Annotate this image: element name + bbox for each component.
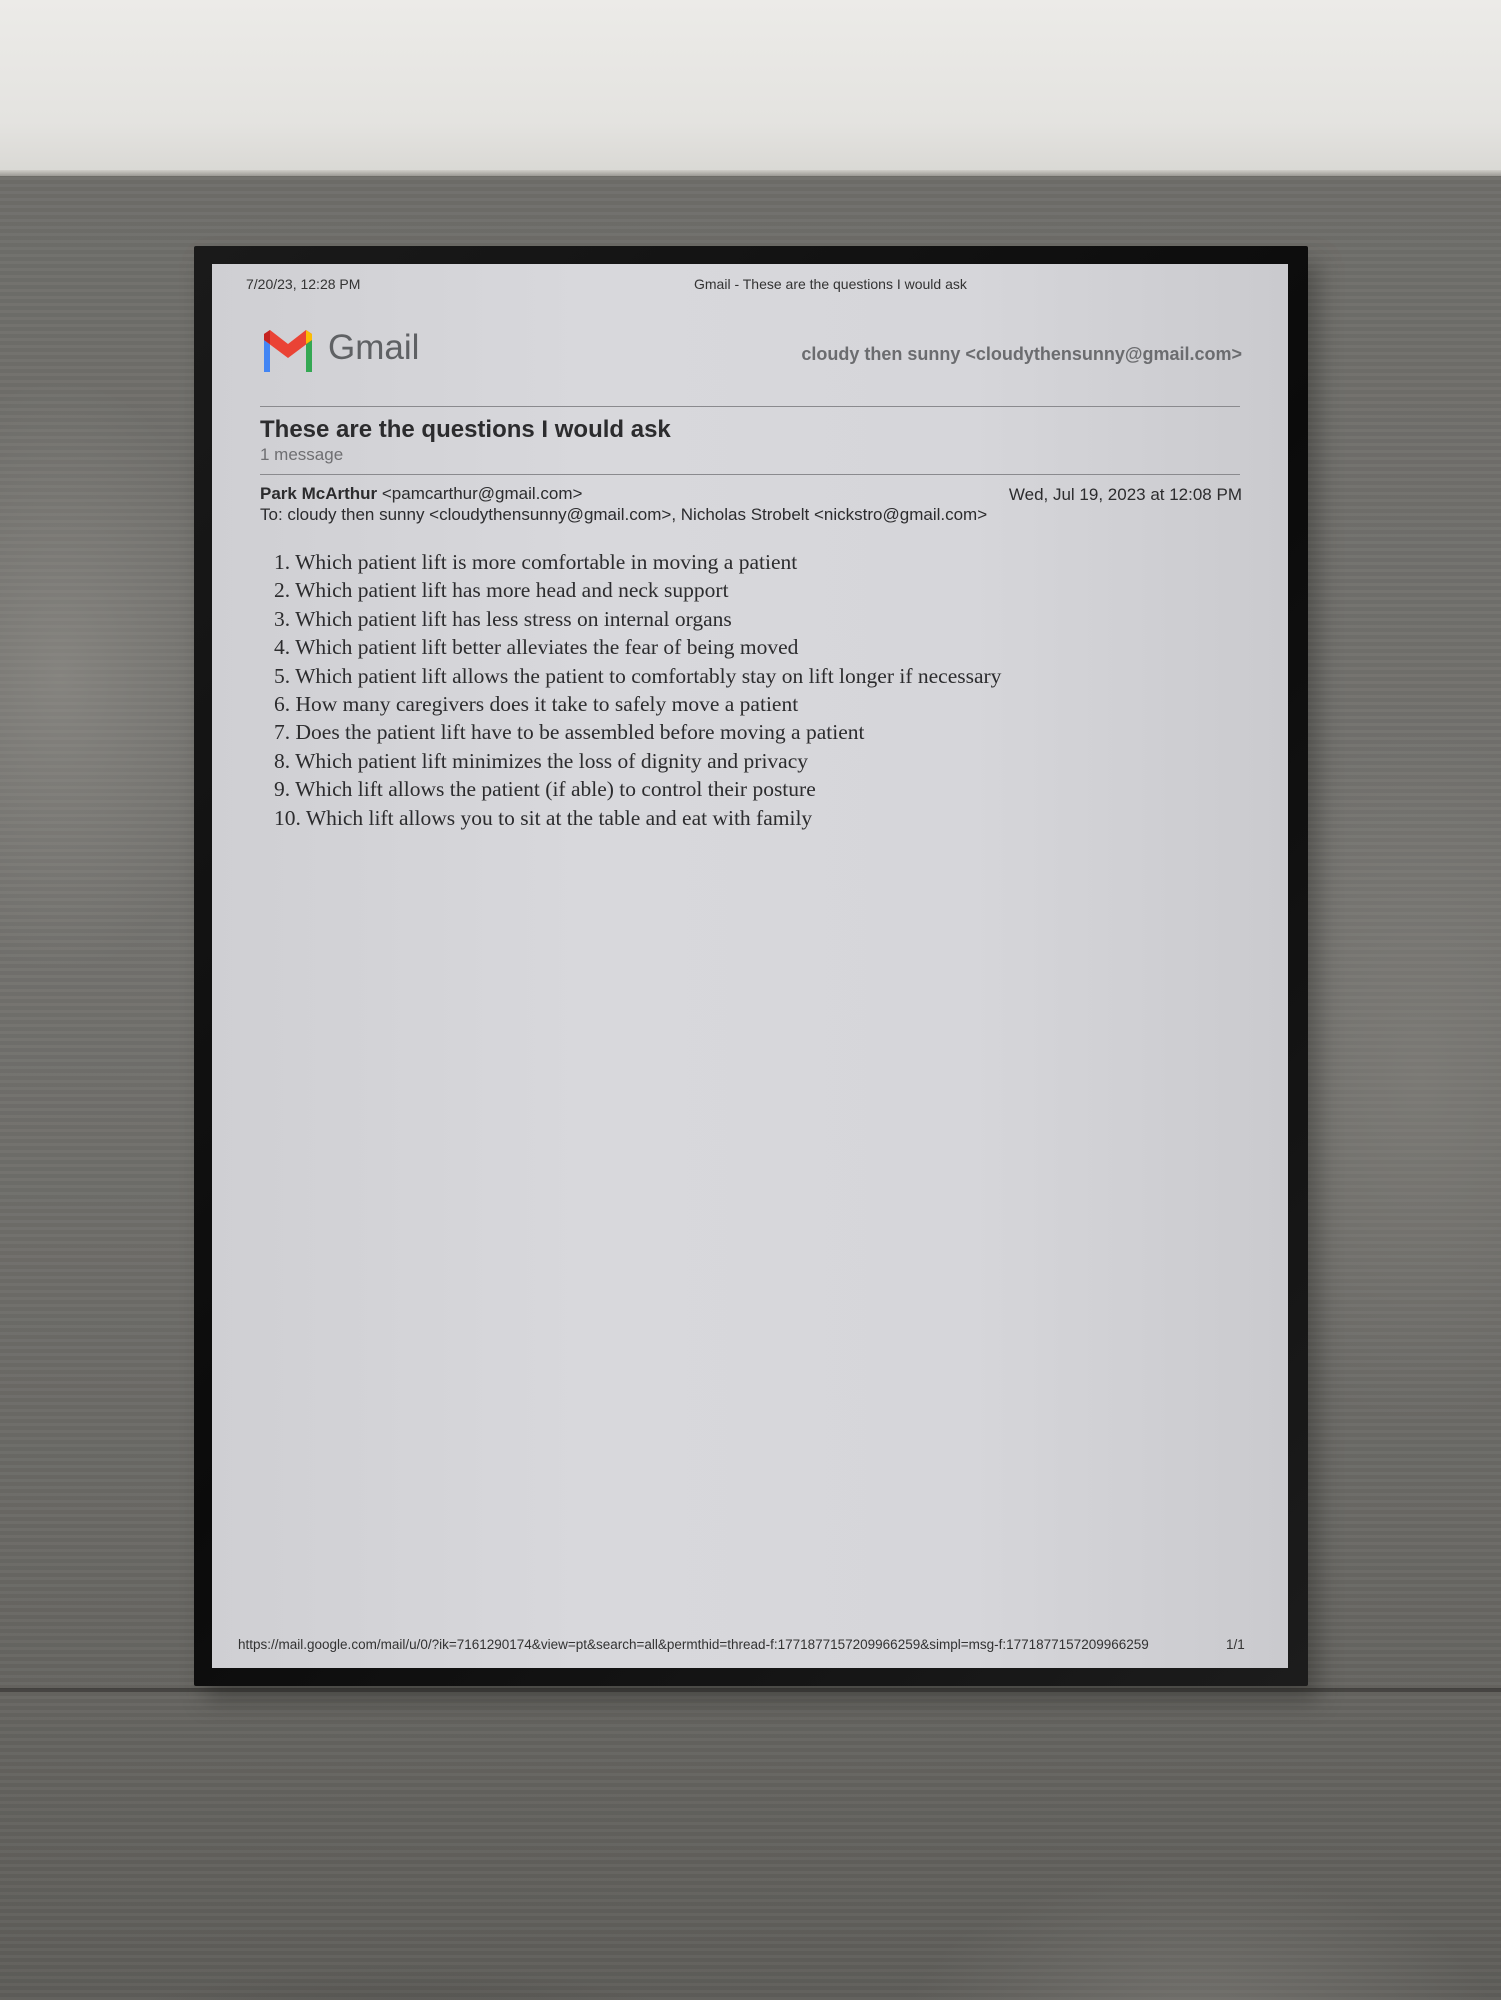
question-item: 9. Which lift allows the patient (if abl… xyxy=(274,777,816,802)
print-footer-url: https://mail.google.com/mail/u/0/?ik=716… xyxy=(238,1637,1149,1652)
recipients-line: To: cloudy then sunny <cloudythensunny@g… xyxy=(260,505,988,524)
question-item: 10. Which lift allows you to sit at the … xyxy=(274,805,813,830)
subject-divider xyxy=(260,474,1240,475)
question-item: 7. Does the patient lift have to be asse… xyxy=(274,720,865,745)
question-item: 5. Which patient lift allows the patient… xyxy=(274,663,1002,688)
questions-list: 1. Which patient lift is more comfortabl… xyxy=(274,548,1001,832)
print-page-number: 1/1 xyxy=(1226,1637,1245,1652)
message-count: 1 message xyxy=(260,445,344,464)
email-subject: These are the questions I would ask xyxy=(260,416,671,443)
header-divider xyxy=(260,406,1240,407)
sent-date: Wed, Jul 19, 2023 at 12:08 PM xyxy=(1008,485,1242,504)
print-date: 7/20/23, 12:28 PM xyxy=(246,276,361,292)
question-item: 4. Which patient lift better alleviates … xyxy=(274,635,799,660)
gallery-wall xyxy=(0,0,1501,174)
question-item: 3. Which patient lift has less stress on… xyxy=(274,606,732,631)
gmail-wordmark: Gmail xyxy=(328,328,420,367)
sender-line: Park McArthur <pamcarthur@gmail.com> xyxy=(260,484,582,504)
question-item: 2. Which patient lift has more head and … xyxy=(274,578,729,603)
question-item: 1. Which patient lift is more comfortabl… xyxy=(274,550,798,574)
gmail-logo-icon xyxy=(264,330,312,372)
question-item: 8. Which patient lift minimizes the loss… xyxy=(274,748,809,773)
sender-email: <pamcarthur@gmail.com> xyxy=(381,484,583,503)
account-email: cloudy then sunny <cloudythensunny@gmail… xyxy=(801,344,1242,364)
sender-name: Park McArthur xyxy=(260,484,378,503)
print-title: Gmail - These are the questions I would … xyxy=(694,276,967,292)
printed-email-page: 7/20/23, 12:28 PM Gmail - These are the … xyxy=(212,264,1288,1668)
question-item: 6. How many caregivers does it take to s… xyxy=(274,691,799,716)
